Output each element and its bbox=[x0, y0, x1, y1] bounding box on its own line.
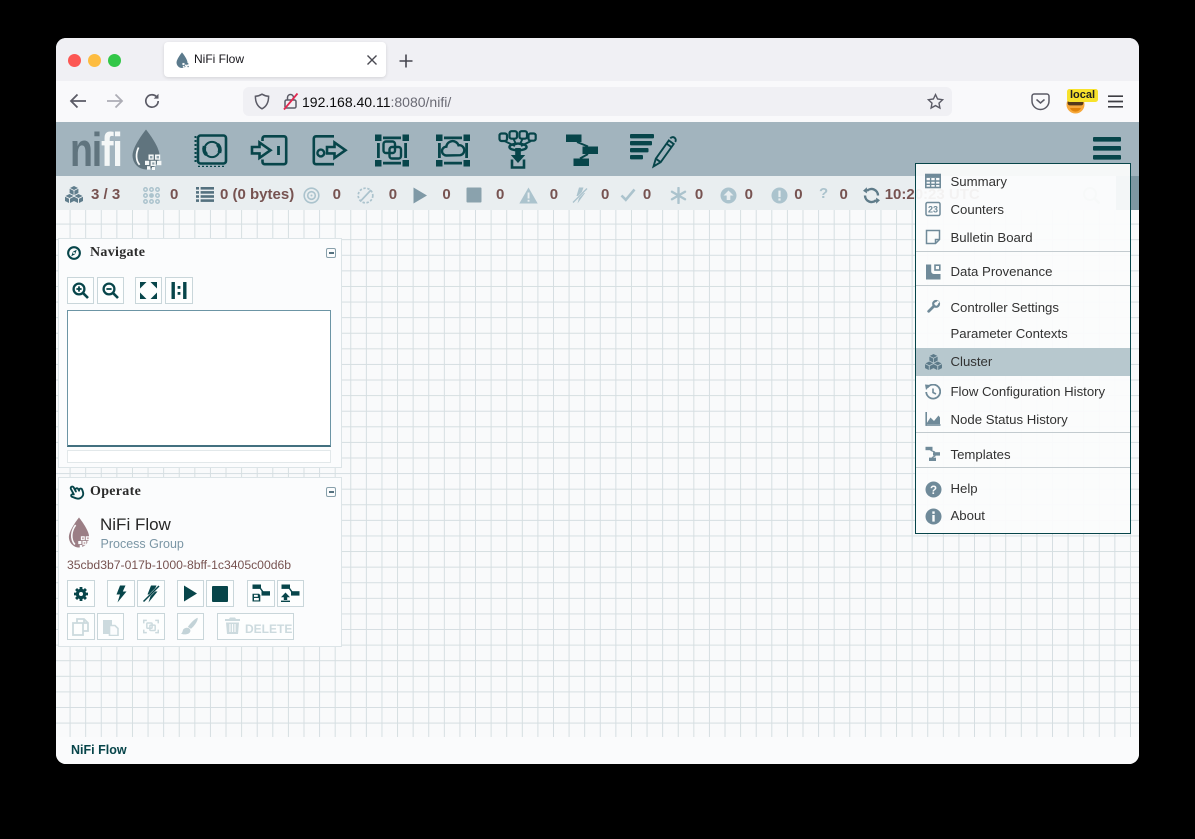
svg-text:?: ? bbox=[930, 484, 937, 496]
svg-text:23: 23 bbox=[928, 205, 938, 215]
